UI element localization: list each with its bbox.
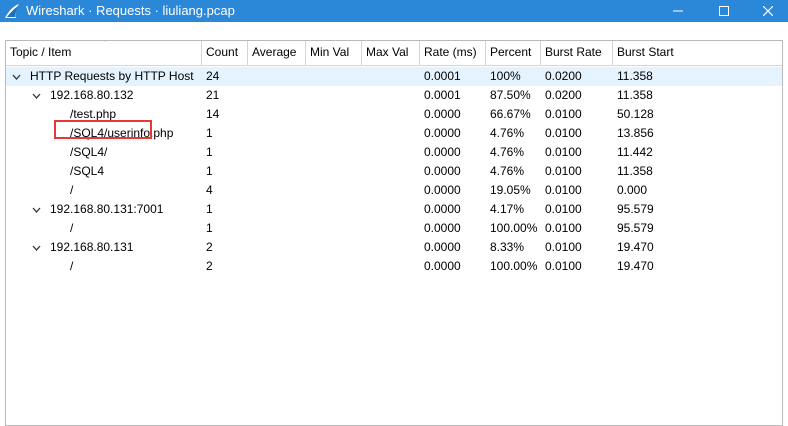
row-rate: 0.0001 bbox=[424, 88, 461, 102]
row-rate: 0.0000 bbox=[424, 164, 461, 178]
row-rate: 0.0001 bbox=[424, 69, 461, 83]
tree-row[interactable]: / 4 0.0000 19.05% 0.0100 0.000 bbox=[6, 181, 782, 200]
row-count: 1 bbox=[206, 164, 213, 178]
title-bar: Wireshark · Requests · liuliang.pcap bbox=[0, 0, 788, 22]
row-burst-start: 19.470 bbox=[617, 240, 654, 254]
statistics-tree[interactable]: Topic / Item Count Average Min Val Max Val Ra… bbox=[5, 40, 783, 426]
column-header-row: Topic / Item Count Average Min Val Max Val Ra… bbox=[6, 41, 782, 66]
row-burst-start: 95.579 bbox=[617, 221, 654, 235]
column-header-topic-item[interactable]: Topic / Item bbox=[6, 41, 202, 65]
row-count: 2 bbox=[206, 240, 213, 254]
row-rate: 0.0000 bbox=[424, 183, 461, 197]
expand-chevron-icon[interactable] bbox=[30, 86, 42, 105]
row-percent: 87.50% bbox=[490, 88, 531, 102]
column-header-count[interactable]: Count bbox=[202, 41, 248, 65]
tree-row[interactable]: 192.168.80.131:7001 1 0.0000 4.17% 0.0100 95.… bbox=[6, 200, 782, 219]
expand-chevron-icon[interactable] bbox=[10, 67, 22, 86]
row-rate: 0.0000 bbox=[424, 240, 461, 254]
row-count: 21 bbox=[206, 88, 220, 102]
row-burst-rate: 0.0200 bbox=[545, 69, 582, 83]
row-percent: 4.76% bbox=[490, 164, 525, 178]
row-count: 14 bbox=[206, 107, 220, 121]
row-burst-rate: 0.0100 bbox=[545, 202, 582, 216]
tree-row[interactable]: /SQL4/1 0.0000 4.76% 0.0100 11.442 bbox=[6, 143, 782, 162]
maximize-icon bbox=[719, 6, 729, 16]
close-button[interactable] bbox=[746, 0, 788, 22]
row-topic-item: HTTP Requests by HTTP Host bbox=[30, 69, 194, 83]
window-title: Wireshark · Requests · liuliang.pcap bbox=[26, 3, 235, 18]
tree-row[interactable]: / 2 0.0000 100.00% 0.0100 19.470 bbox=[6, 257, 782, 276]
row-percent: 19.05% bbox=[490, 183, 531, 197]
row-percent: 4.17% bbox=[490, 202, 525, 216]
row-rate: 0.0000 bbox=[424, 145, 461, 159]
expand-chevron-icon[interactable] bbox=[30, 238, 42, 257]
row-burst-start: 11.358 bbox=[617, 164, 653, 178]
row-topic-item: /SQL4 bbox=[70, 164, 105, 178]
row-percent: 4.76% bbox=[490, 145, 525, 159]
close-icon bbox=[763, 6, 773, 16]
row-topic-item: / bbox=[70, 183, 74, 197]
column-header-min-val[interactable]: Min Val bbox=[306, 41, 362, 65]
row-percent: 8.33% bbox=[490, 240, 525, 254]
row-count: 1 bbox=[206, 221, 213, 235]
row-rate: 0.0000 bbox=[424, 126, 461, 140]
row-burst-start: 11.358 bbox=[617, 69, 653, 83]
row-rate: 0.0000 bbox=[424, 221, 461, 235]
column-header-max-val[interactable]: Max Val bbox=[362, 41, 420, 65]
row-count: 1 bbox=[206, 145, 213, 159]
row-topic-item: /SQL4/ bbox=[70, 145, 108, 159]
row-burst-rate: 0.0100 bbox=[545, 259, 582, 273]
row-burst-rate: 0.0100 bbox=[545, 145, 582, 159]
row-burst-rate: 0.0100 bbox=[545, 126, 582, 140]
row-burst-rate: 0.0100 bbox=[545, 164, 582, 178]
wireshark-fin-icon bbox=[5, 4, 19, 18]
row-topic-item: 192.168.80.132 bbox=[50, 88, 134, 102]
tree-row[interactable]: / 1 0.0000 100.00% 0.0100 95.579 bbox=[6, 219, 782, 238]
tree-row[interactable]: HTTP Requests by HTTP Host 24 0.0001 100% 0.… bbox=[6, 67, 782, 86]
maximize-button[interactable] bbox=[702, 0, 746, 22]
row-burst-start: 0.000 bbox=[617, 183, 648, 197]
row-percent: 100.00% bbox=[490, 259, 538, 273]
row-count: 1 bbox=[206, 202, 213, 216]
row-topic-item: 192.168.80.131 bbox=[50, 240, 134, 254]
row-count: 1 bbox=[206, 126, 213, 140]
column-header-rate[interactable]: Rate (ms) bbox=[420, 41, 486, 65]
column-header-average[interactable]: Average bbox=[248, 41, 306, 65]
row-count: 2 bbox=[206, 259, 213, 273]
row-burst-start: 13.856 bbox=[617, 126, 654, 140]
row-burst-start: 95.579 bbox=[617, 202, 654, 216]
row-percent: 4.76% bbox=[490, 126, 525, 140]
red-highlight-box bbox=[54, 120, 152, 139]
row-topic-item: / bbox=[70, 221, 74, 235]
row-percent: 100.00% bbox=[490, 221, 538, 235]
row-burst-rate: 0.0200 bbox=[545, 88, 582, 102]
dialog-body: Topic / Item Count Average Min Val Max Val Ra… bbox=[0, 22, 788, 426]
row-burst-start: 50.128 bbox=[617, 107, 654, 121]
row-burst-rate: 0.0100 bbox=[545, 107, 582, 121]
column-header-burst-start[interactable]: Burst Start bbox=[613, 41, 782, 65]
tree-row[interactable]: 192.168.80.132 21 0.0001 87.50% 0.0200 11.358 bbox=[6, 86, 782, 105]
row-burst-rate: 0.0100 bbox=[545, 183, 582, 197]
minimize-button[interactable] bbox=[656, 0, 700, 22]
row-percent: 66.67% bbox=[490, 107, 531, 121]
row-percent: 100% bbox=[490, 69, 521, 83]
expand-chevron-icon[interactable] bbox=[30, 200, 42, 219]
row-topic-item: 192.168.80.131:7001 bbox=[50, 202, 164, 216]
tree-row[interactable]: /SQL4 1 0.0000 4.76% 0.0100 11.358 bbox=[6, 162, 782, 181]
column-header-percent[interactable]: Percent bbox=[486, 41, 541, 65]
row-rate: 0.0000 bbox=[424, 259, 461, 273]
tree-row[interactable]: 192.168.80.131 2 0.0000 8.33% 0.0100 19.470 bbox=[6, 238, 782, 257]
row-burst-start: 11.358 bbox=[617, 88, 653, 102]
row-count: 24 bbox=[206, 69, 220, 83]
row-rate: 0.0000 bbox=[424, 107, 461, 121]
row-burst-start: 19.470 bbox=[617, 259, 654, 273]
row-burst-rate: 0.0100 bbox=[545, 240, 582, 254]
row-count: 4 bbox=[206, 183, 213, 197]
row-rate: 0.0000 bbox=[424, 202, 461, 216]
minimize-icon bbox=[673, 10, 683, 12]
row-topic-item: / bbox=[70, 259, 74, 273]
column-header-burst-rate[interactable]: Burst Rate bbox=[541, 41, 613, 65]
row-burst-rate: 0.0100 bbox=[545, 221, 582, 235]
row-burst-start: 11.442 bbox=[617, 145, 653, 159]
